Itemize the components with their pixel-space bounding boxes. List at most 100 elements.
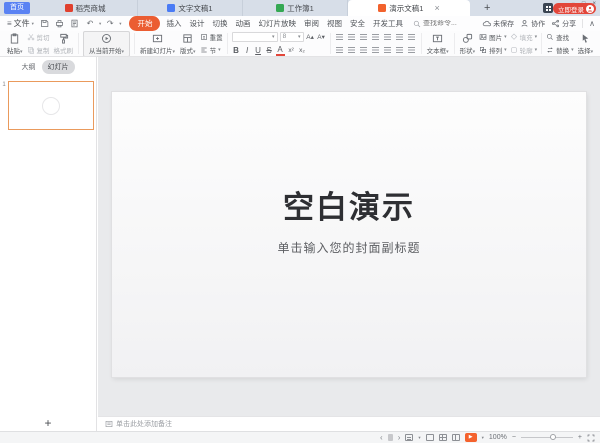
indent-decrease-icon[interactable] bbox=[359, 32, 369, 42]
fit-to-window-icon[interactable] bbox=[587, 434, 595, 442]
ribbon-tab-transitions[interactable]: 切换 bbox=[208, 16, 231, 31]
redo-icon[interactable]: ↷ bbox=[104, 18, 116, 30]
align-center-icon[interactable] bbox=[347, 45, 357, 55]
slide-subtitle[interactable]: 单击输入您的封面副标题 bbox=[112, 239, 586, 256]
zoom-slider[interactable] bbox=[521, 437, 573, 438]
outline-tab[interactable]: 大纲 bbox=[22, 62, 36, 72]
add-slide-button[interactable]: + bbox=[0, 415, 96, 431]
align-right-icon[interactable] bbox=[359, 45, 369, 55]
distribute-icon[interactable] bbox=[383, 45, 393, 55]
text-box-button[interactable]: 文本框▾ bbox=[426, 33, 450, 55]
close-tab-icon[interactable]: × bbox=[434, 4, 439, 13]
increase-font-button[interactable]: A▴ bbox=[306, 33, 315, 41]
bullets-icon[interactable] bbox=[335, 32, 345, 42]
play-from-current-button[interactable]: 从当前开始▾ bbox=[83, 31, 130, 57]
shapes-button[interactable]: 形状▾ bbox=[459, 33, 477, 55]
text-align-vertical-icon[interactable] bbox=[407, 32, 417, 42]
tab-writer-document[interactable]: 文字文稿1 bbox=[138, 0, 243, 16]
font-name-combo[interactable]: ▾ bbox=[232, 32, 278, 42]
file-menu[interactable]: ≡ 文件 ▾ bbox=[5, 18, 36, 29]
normal-view-icon[interactable] bbox=[426, 434, 434, 441]
collaborate-button[interactable]: 协作 bbox=[520, 19, 545, 29]
tab-presentation[interactable]: 演示文稿1 × bbox=[348, 0, 470, 16]
play-slideshow-button[interactable]: ▶ bbox=[465, 433, 477, 442]
tab-docer-mall[interactable]: 稻壳商城 bbox=[33, 0, 138, 16]
text-direction-icon[interactable] bbox=[395, 32, 405, 42]
new-tab-button[interactable]: + bbox=[484, 2, 490, 14]
picture-button[interactable]: 图片▾ bbox=[479, 32, 507, 42]
font-color-button[interactable]: A bbox=[276, 45, 285, 56]
ribbon-tab-insert[interactable]: 插入 bbox=[162, 16, 185, 31]
line-spacing-icon[interactable] bbox=[383, 32, 393, 42]
arrange-button[interactable]: 排列▾ bbox=[479, 45, 507, 55]
decrease-font-button[interactable]: A▾ bbox=[317, 33, 326, 41]
find-button[interactable]: 查找 bbox=[546, 32, 574, 42]
align-left-icon[interactable] bbox=[335, 45, 345, 55]
login-button[interactable]: 立即登录 bbox=[553, 3, 596, 14]
subscript-button[interactable]: x₂ bbox=[298, 47, 307, 54]
ribbon-tab-slideshow[interactable]: 幻灯片放映 bbox=[254, 16, 300, 31]
home-tab[interactable]: 首页 bbox=[4, 2, 30, 14]
slide-title[interactable]: 空白演示 bbox=[112, 182, 586, 227]
undo-options-icon[interactable]: ▾ bbox=[99, 21, 101, 27]
command-search[interactable] bbox=[413, 20, 475, 28]
share-button[interactable]: 分享 bbox=[551, 19, 576, 29]
ribbon-tab-animation[interactable]: 动画 bbox=[231, 16, 254, 31]
collapse-ribbon-icon[interactable]: ∧ bbox=[589, 19, 595, 28]
save-icon[interactable] bbox=[39, 18, 51, 30]
slides-tab[interactable]: 幻灯片 bbox=[42, 60, 75, 74]
next-slide-icon[interactable]: › bbox=[398, 434, 401, 442]
print-icon[interactable] bbox=[54, 18, 66, 30]
smart-shapes-icon[interactable] bbox=[407, 45, 417, 55]
ribbon-tab-home[interactable]: 开始 bbox=[129, 16, 160, 31]
slide-thumbnail[interactable] bbox=[8, 81, 94, 130]
strikethrough-button[interactable]: S bbox=[265, 46, 274, 55]
select-button[interactable]: 选择▾ bbox=[577, 33, 595, 55]
fill-button[interactable]: 填充▾ bbox=[510, 32, 538, 42]
save-status[interactable]: 未保存 bbox=[482, 19, 514, 29]
notes-view-icon[interactable] bbox=[405, 434, 413, 441]
slide-canvas[interactable]: 空白演示 单击输入您的封面副标题 bbox=[98, 57, 600, 416]
section-button[interactable]: 节▾ bbox=[200, 45, 223, 55]
undo-icon[interactable]: ↶ bbox=[84, 18, 96, 30]
ribbon-tab-design[interactable]: 设计 bbox=[185, 16, 208, 31]
justify-icon[interactable] bbox=[371, 45, 381, 55]
new-slide-button[interactable]: 新建幻灯片▾ bbox=[139, 33, 176, 55]
zoom-level[interactable]: 100% bbox=[489, 434, 507, 441]
layout-button[interactable]: 版式▾ bbox=[179, 33, 197, 55]
chevron-down-icon[interactable]: ▾ bbox=[418, 435, 420, 441]
format-painter-button[interactable]: 格式刷 bbox=[53, 33, 75, 55]
search-input[interactable] bbox=[423, 20, 475, 27]
underline-button[interactable]: U bbox=[254, 46, 263, 55]
italic-button[interactable]: I bbox=[243, 46, 252, 55]
font-size-combo[interactable]: 8 ▾ bbox=[280, 32, 304, 42]
play-options-icon[interactable]: ▾ bbox=[482, 435, 484, 441]
reset-button[interactable]: 重置 bbox=[200, 32, 223, 42]
numbering-icon[interactable] bbox=[347, 32, 357, 42]
zoom-out-icon[interactable]: − bbox=[512, 434, 516, 441]
ribbon-tab-review[interactable]: 审阅 bbox=[300, 16, 323, 31]
outline-button[interactable]: 轮廓▾ bbox=[510, 45, 538, 55]
superscript-button[interactable]: x² bbox=[287, 47, 296, 54]
zoom-in-icon[interactable]: + bbox=[578, 434, 582, 441]
copy-button[interactable]: 复制 bbox=[27, 45, 50, 55]
ribbon-tab-security[interactable]: 安全 bbox=[346, 16, 369, 31]
print-preview-icon[interactable] bbox=[69, 18, 81, 30]
apps-icon[interactable] bbox=[543, 3, 553, 13]
columns-icon[interactable] bbox=[395, 45, 405, 55]
slide-sorter-view-icon[interactable] bbox=[439, 434, 447, 441]
zoom-slider-knob[interactable] bbox=[550, 434, 556, 440]
ribbon-tab-devtools[interactable]: 开发工具 bbox=[369, 16, 407, 31]
notes-bar[interactable]: 单击此处添加备注 bbox=[98, 416, 600, 431]
tab-workbook[interactable]: 工作簿1 bbox=[243, 0, 348, 16]
replace-button[interactable]: 替换▾ bbox=[546, 45, 574, 55]
previous-slide-icon[interactable]: ‹ bbox=[380, 434, 383, 442]
reading-view-icon[interactable] bbox=[452, 434, 460, 441]
indent-increase-icon[interactable] bbox=[371, 32, 381, 42]
slide[interactable]: 空白演示 单击输入您的封面副标题 bbox=[112, 92, 586, 377]
paste-button[interactable]: 粘贴▾ bbox=[6, 33, 24, 55]
bold-button[interactable]: B bbox=[232, 46, 241, 55]
cut-button[interactable]: 剪切 bbox=[27, 32, 50, 42]
redo-options-icon[interactable]: ▾ bbox=[119, 21, 121, 27]
ribbon-tab-view[interactable]: 视图 bbox=[323, 16, 346, 31]
